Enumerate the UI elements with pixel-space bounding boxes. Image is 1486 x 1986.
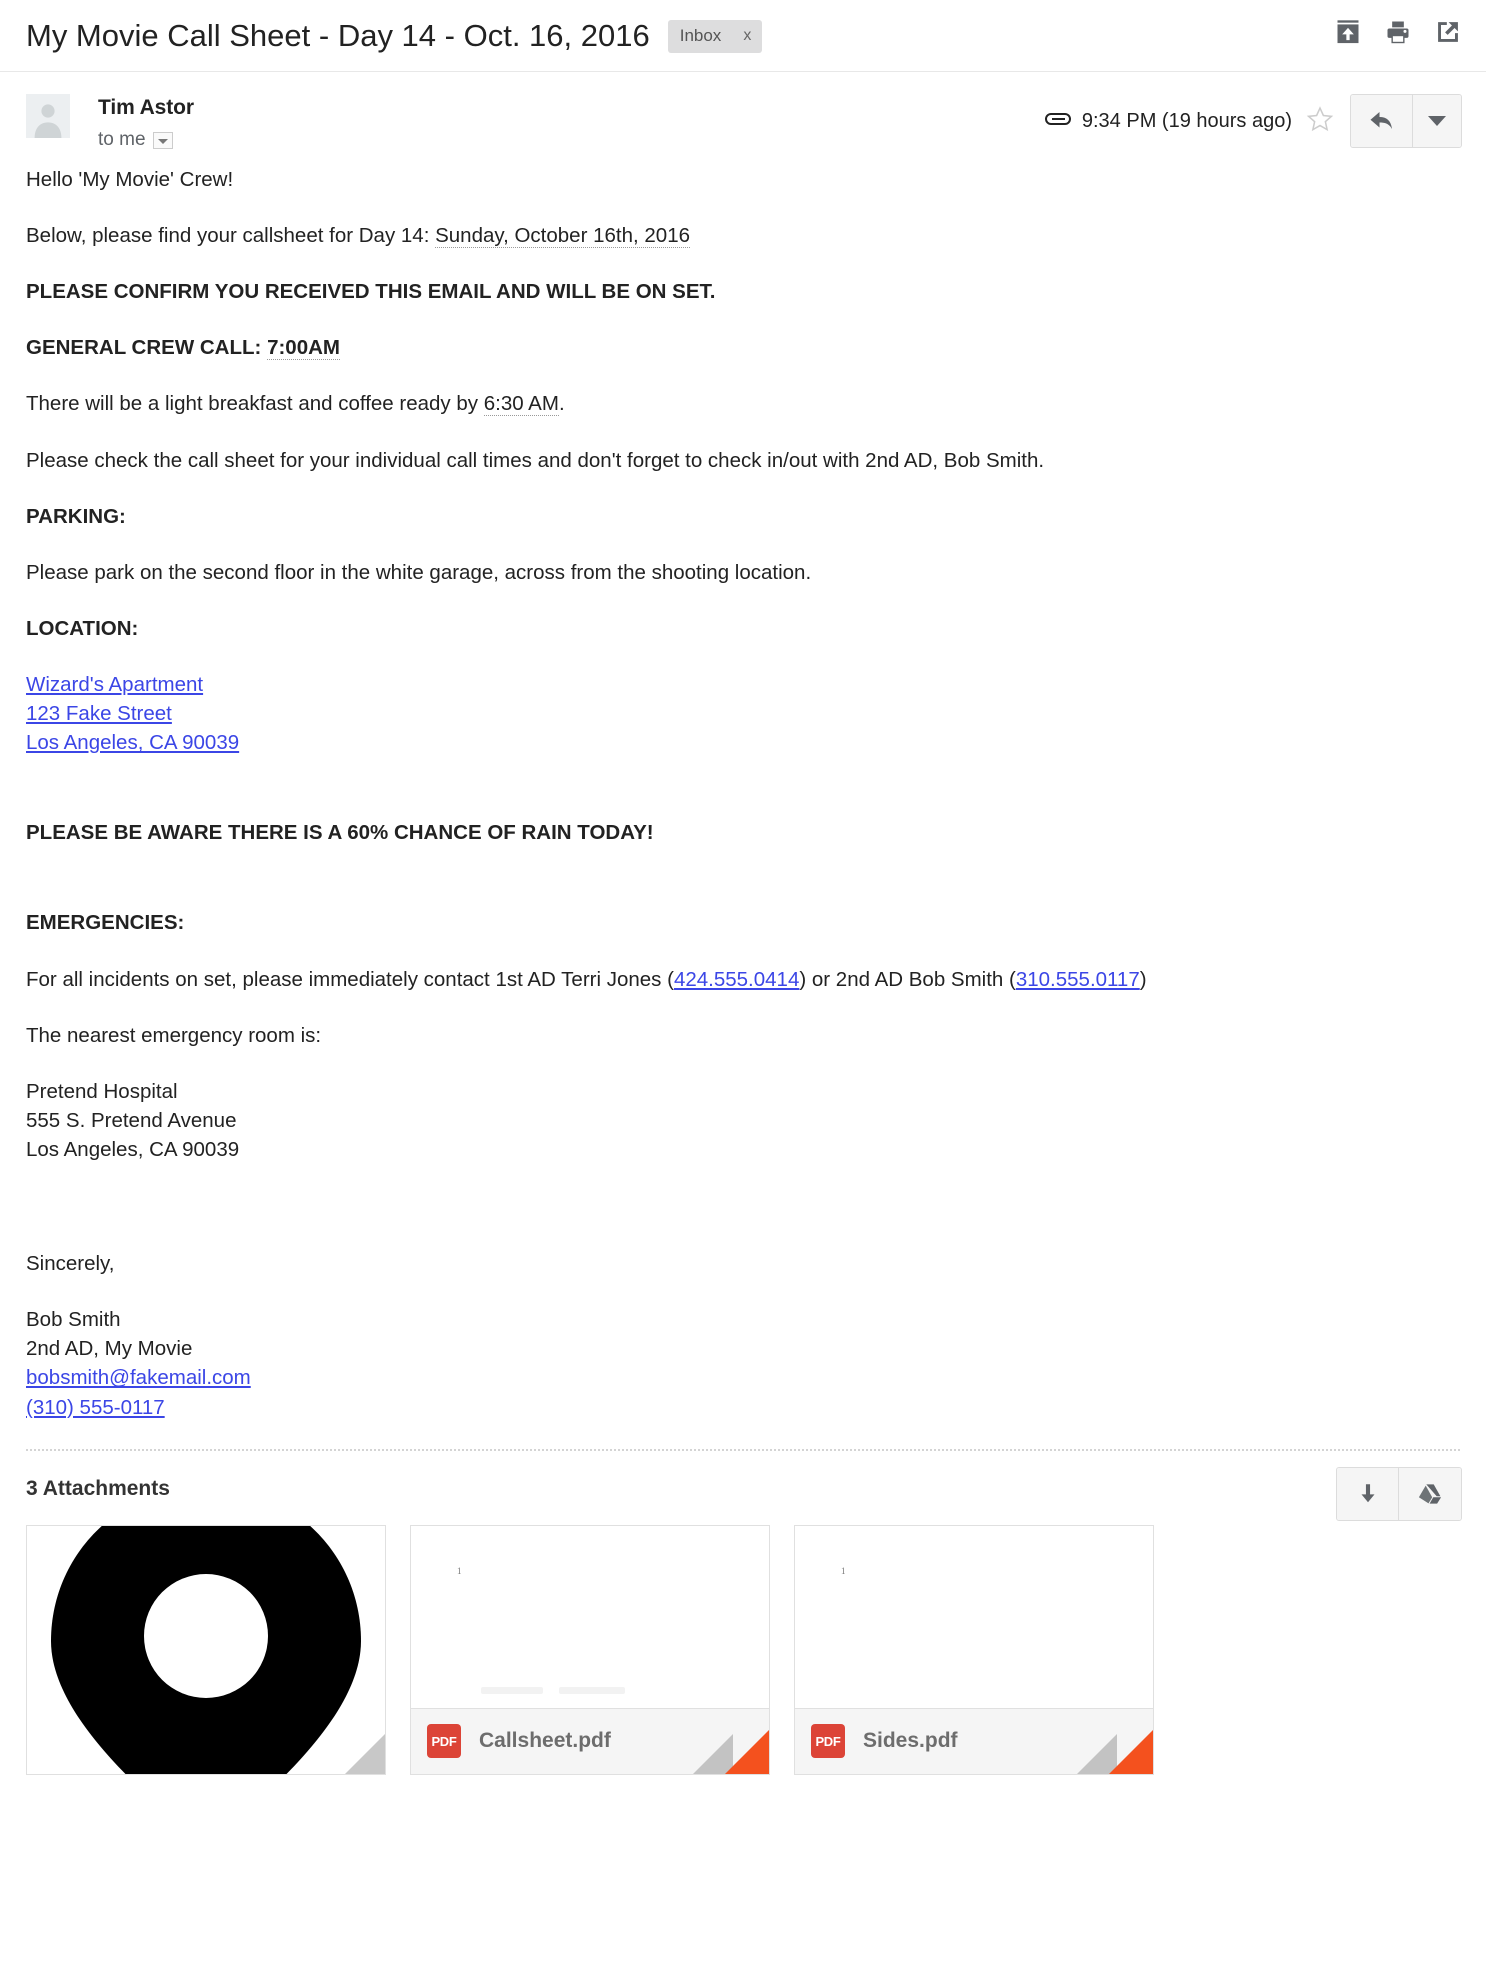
email-body: Hello 'My Movie' Crew! Below, please fin… bbox=[0, 165, 1486, 1422]
body-parking-heading: PARKING: bbox=[26, 504, 126, 528]
message-timestamp: 9:34 PM (19 hours ago) bbox=[1081, 109, 1292, 132]
attachments-list: 1 PDF Callsheet.pdf 1 PDF Sides.pdf bbox=[0, 1501, 1486, 1775]
collapse-all-icon[interactable] bbox=[1334, 18, 1362, 46]
emergency-suffix: ) bbox=[1139, 967, 1147, 991]
pdf-corner-icon bbox=[725, 1729, 769, 1774]
body-crew-call: GENERAL CREW CALL: 7:00AM bbox=[26, 333, 1460, 362]
attachments-title: 3 Attachments bbox=[26, 1476, 170, 1500]
signature-name: Bob Smith bbox=[26, 1308, 121, 1332]
location-address-block: Wizard's Apartment 123 Fake Street Los A… bbox=[26, 670, 1460, 757]
recipient-details-caret-icon[interactable] bbox=[152, 131, 173, 149]
detected-time-crew-call[interactable]: 7:00AM bbox=[267, 336, 340, 361]
body-emergency-contacts: For all incidents on set, please immedia… bbox=[26, 965, 1460, 994]
body-emergencies-heading: EMERGENCIES: bbox=[26, 911, 185, 935]
save-to-drive-button[interactable] bbox=[1399, 1467, 1461, 1520]
page-fold-corner-icon bbox=[345, 1733, 385, 1774]
breakfast-suffix: . bbox=[558, 392, 565, 416]
body-rain-warning: PLEASE BE AWARE THERE IS A 60% CHANCE OF… bbox=[26, 821, 654, 845]
sender-block: Tim Astor to me bbox=[98, 94, 194, 151]
reply-button[interactable] bbox=[1351, 95, 1413, 147]
attachments-header: 3 Attachments bbox=[0, 1451, 1486, 1521]
body-intro-prefix: Below, please find your callsheet for Da… bbox=[26, 224, 436, 248]
body-spacer-2 bbox=[26, 874, 1460, 908]
page-title: My Movie Call Sheet - Day 14 - Oct. 16, … bbox=[26, 18, 650, 54]
hospital-line-3: Los Angeles, CA 90039 bbox=[26, 1137, 240, 1161]
attachment-preview: 1 bbox=[411, 1525, 769, 1710]
attachment-paperclip-icon bbox=[1044, 109, 1082, 134]
open-in-new-window-icon[interactable] bbox=[1434, 18, 1462, 46]
attachment-filename: Callsheet.pdf bbox=[479, 1729, 611, 1753]
attachment-card[interactable]: 1 PDF Callsheet.pdf bbox=[410, 1524, 770, 1775]
reply-button-group bbox=[1350, 94, 1462, 148]
pdf-icon: PDF bbox=[811, 1724, 845, 1759]
signature-email-link[interactable]: bobsmith@fakemail.com bbox=[26, 1366, 251, 1389]
body-intro: Below, please find your callsheet for Da… bbox=[26, 221, 1460, 250]
recipient-text: to me bbox=[98, 129, 146, 150]
signature-phone-link[interactable]: (310) 555-0117 bbox=[26, 1396, 165, 1419]
download-all-button[interactable] bbox=[1337, 1467, 1399, 1520]
more-options-button[interactable] bbox=[1413, 95, 1461, 147]
body-parking-text: Please park on the second floor in the w… bbox=[26, 560, 812, 584]
print-icon[interactable] bbox=[1384, 18, 1412, 46]
emergency-middle: ) or 2nd AD Bob Smith ( bbox=[799, 967, 1016, 991]
preview-text-line bbox=[481, 1686, 543, 1694]
detected-time-breakfast[interactable]: 6:30 AM bbox=[483, 392, 559, 417]
body-spacer-1 bbox=[26, 784, 1460, 818]
label-chip-inbox[interactable]: Inbox x bbox=[667, 20, 763, 53]
recipient-line: to me bbox=[98, 129, 194, 151]
signature-block: Bob Smith 2nd AD, My Movie bobsmith@fake… bbox=[26, 1305, 1460, 1421]
crew-call-label: GENERAL CREW CALL: bbox=[26, 336, 268, 360]
breakfast-prefix: There will be a light breakfast and coff… bbox=[26, 392, 484, 416]
message-meta: 9:34 PM (19 hours ago) bbox=[1044, 94, 1462, 148]
body-greeting: Hello 'My Movie' Crew! bbox=[26, 168, 234, 191]
preview-text-line bbox=[559, 1686, 625, 1694]
attachment-filename-bar: PDF Sides.pdf bbox=[795, 1707, 1153, 1774]
avatar bbox=[26, 94, 70, 138]
preview-page-number: 1 bbox=[841, 1565, 846, 1576]
attachments-actions bbox=[1336, 1466, 1462, 1521]
pdf-corner-icon bbox=[1109, 1729, 1153, 1774]
star-icon[interactable] bbox=[1292, 105, 1334, 138]
body-nearest-er: The nearest emergency room is: bbox=[26, 1023, 322, 1047]
emergency-prefix: For all incidents on set, please immedia… bbox=[26, 967, 674, 991]
detected-date[interactable]: Sunday, October 16th, 2016 bbox=[435, 224, 691, 249]
subject-bar: My Movie Call Sheet - Day 14 - Oct. 16, … bbox=[0, 0, 1486, 72]
pdf-icon: PDF bbox=[427, 1724, 461, 1759]
attachment-filename-bar: PDF Callsheet.pdf bbox=[411, 1707, 769, 1774]
body-signoff: Sincerely, bbox=[26, 1252, 115, 1276]
preview-page-number: 1 bbox=[457, 1565, 462, 1576]
attachment-preview bbox=[27, 1525, 385, 1774]
attachment-preview: 1 bbox=[795, 1525, 1153, 1710]
emergency-phone-link-2[interactable]: 310.555.0117 bbox=[1016, 968, 1140, 991]
sender-name[interactable]: Tim Astor bbox=[98, 96, 194, 120]
location-line-2[interactable]: 123 Fake Street bbox=[26, 699, 1460, 728]
location-line-3[interactable]: Los Angeles, CA 90039 bbox=[26, 728, 1460, 757]
body-location-heading: LOCATION: bbox=[26, 616, 139, 640]
header-actions bbox=[1334, 18, 1462, 46]
body-breakfast: There will be a light breakfast and coff… bbox=[26, 389, 1460, 418]
signature-title: 2nd AD, My Movie bbox=[26, 1337, 193, 1361]
body-confirm-notice: PLEASE CONFIRM YOU RECEIVED THIS EMAIL A… bbox=[26, 280, 716, 304]
body-check-times: Please check the call sheet for your ind… bbox=[26, 448, 1045, 472]
hospital-address-block: Pretend Hospital 555 S. Pretend Avenue L… bbox=[26, 1077, 1460, 1164]
emergency-phone-link-1[interactable]: 424.555.0414 bbox=[674, 968, 799, 991]
body-spacer-3 bbox=[26, 1191, 1460, 1249]
map-pin-icon bbox=[41, 1525, 371, 1774]
attachment-card[interactable]: 1 PDF Sides.pdf bbox=[794, 1524, 1154, 1775]
location-line-1[interactable]: Wizard's Apartment bbox=[26, 670, 1460, 699]
hospital-line-2: 555 S. Pretend Avenue bbox=[26, 1108, 237, 1132]
label-remove-icon[interactable]: x bbox=[743, 27, 751, 45]
attachment-filename: Sides.pdf bbox=[863, 1729, 958, 1753]
hospital-line-1: Pretend Hospital bbox=[26, 1079, 178, 1103]
label-chip-text: Inbox bbox=[679, 26, 722, 45]
message-header: Tim Astor to me 9:34 PM (19 hours ago) bbox=[0, 72, 1486, 151]
attachment-card[interactable] bbox=[26, 1524, 386, 1775]
chevron-down-icon bbox=[1428, 116, 1446, 126]
